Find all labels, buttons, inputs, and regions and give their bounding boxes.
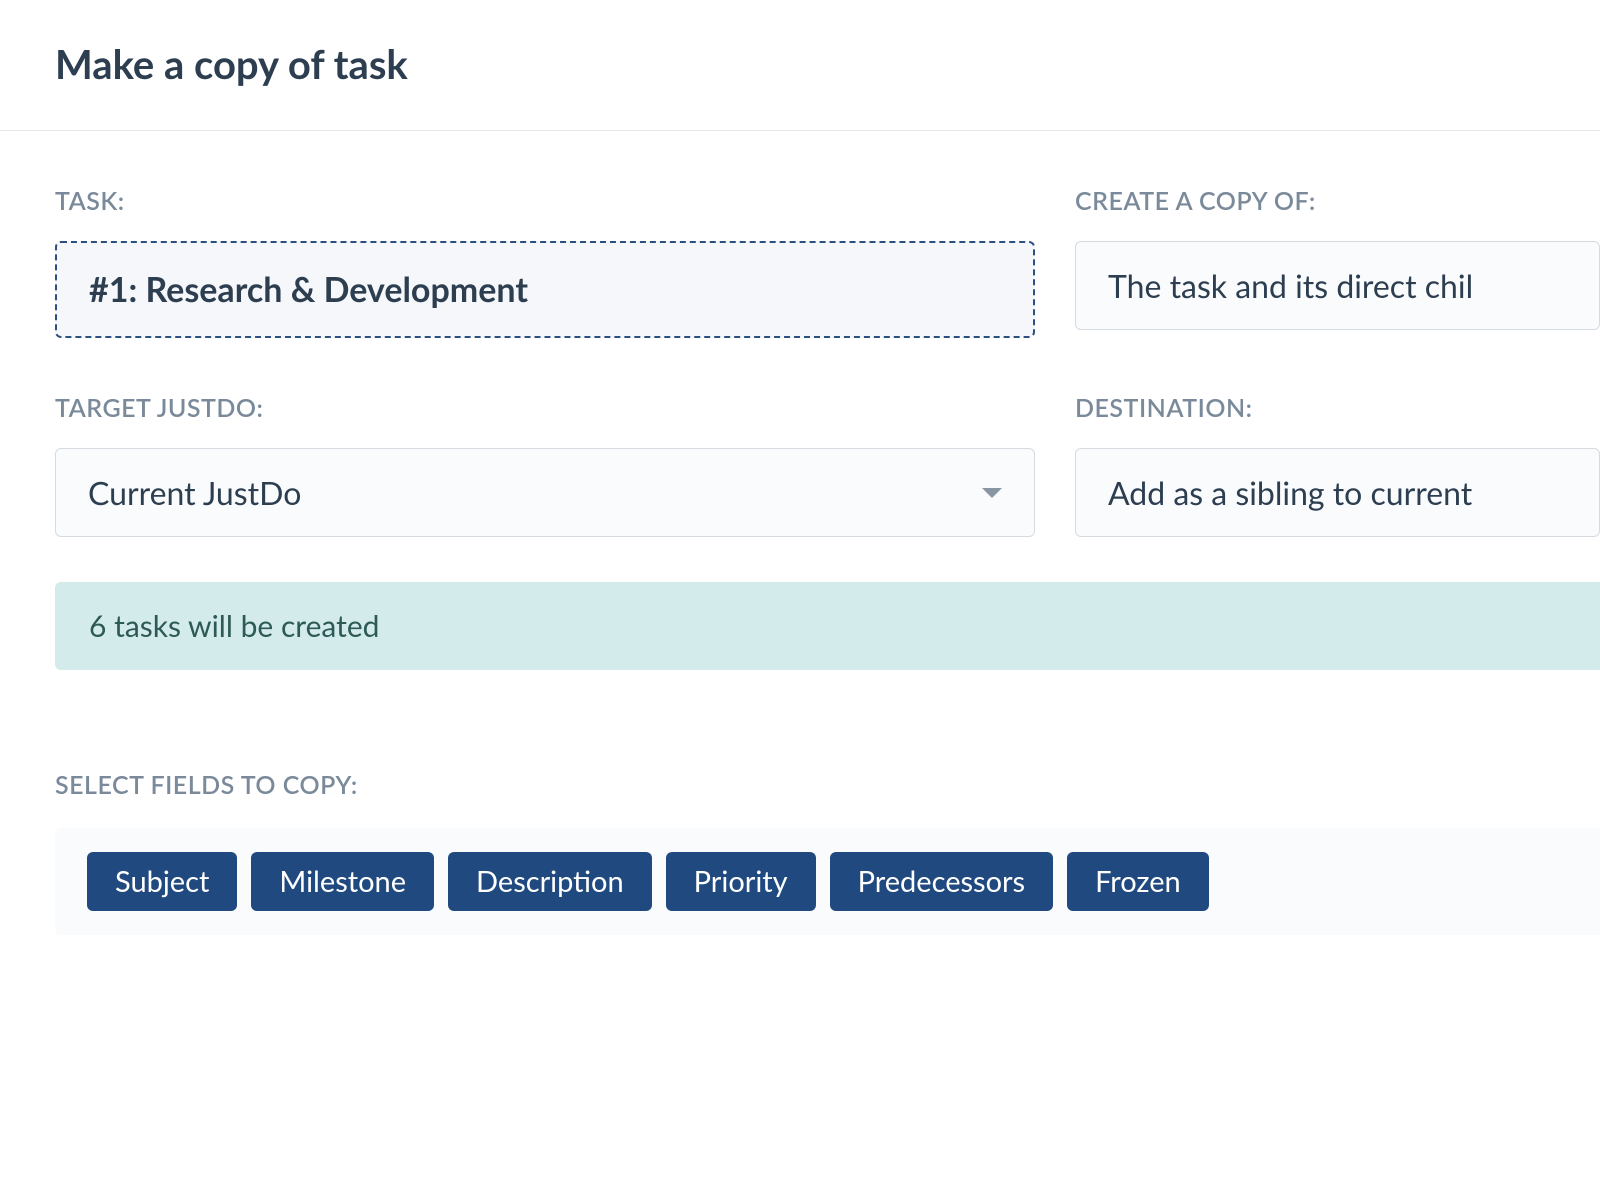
info-banner: 6 tasks will be created bbox=[55, 582, 1600, 670]
task-label: TASK: bbox=[55, 186, 1035, 216]
target-justdo-value: Current JustDo bbox=[88, 473, 301, 512]
chevron-down-icon bbox=[982, 488, 1002, 498]
fields-chip-container: Subject Milestone Description Priority P… bbox=[55, 828, 1600, 935]
fields-label: SELECT FIELDS TO COPY: bbox=[55, 770, 1600, 800]
divider bbox=[0, 130, 1600, 131]
form-row-1: TASK: #1: Research & Development CREATE … bbox=[55, 186, 1600, 338]
target-justdo-label: TARGET JUSTDO: bbox=[55, 393, 1035, 423]
copy-task-dialog: Make a copy of task TASK: #1: Research &… bbox=[0, 0, 1600, 935]
field-chip-subject[interactable]: Subject bbox=[87, 852, 237, 911]
copy-of-select[interactable]: The task and its direct chil bbox=[1075, 241, 1600, 330]
field-chip-priority[interactable]: Priority bbox=[666, 852, 816, 911]
field-chip-description[interactable]: Description bbox=[448, 852, 652, 911]
field-chip-frozen[interactable]: Frozen bbox=[1067, 852, 1209, 911]
form-row-2: TARGET JUSTDO: Current JustDo DESTINATIO… bbox=[55, 393, 1600, 537]
target-justdo-select[interactable]: Current JustDo bbox=[55, 448, 1035, 537]
destination-label: DESTINATION: bbox=[1075, 393, 1600, 423]
field-chip-milestone[interactable]: Milestone bbox=[251, 852, 434, 911]
destination-group: DESTINATION: Add as a sibling to current bbox=[1075, 393, 1600, 537]
copy-of-label: CREATE A COPY OF: bbox=[1075, 186, 1600, 216]
destination-value: Add as a sibling to current bbox=[1108, 473, 1472, 512]
dialog-title: Make a copy of task bbox=[55, 40, 1600, 88]
task-group: TASK: #1: Research & Development bbox=[55, 186, 1035, 338]
destination-select[interactable]: Add as a sibling to current bbox=[1075, 448, 1600, 537]
copy-of-value: The task and its direct chil bbox=[1108, 266, 1473, 305]
field-chip-predecessors[interactable]: Predecessors bbox=[830, 852, 1053, 911]
copy-of-group: CREATE A COPY OF: The task and its direc… bbox=[1075, 186, 1600, 338]
task-value: #1: Research & Development bbox=[55, 241, 1035, 338]
target-justdo-group: TARGET JUSTDO: Current JustDo bbox=[55, 393, 1035, 537]
